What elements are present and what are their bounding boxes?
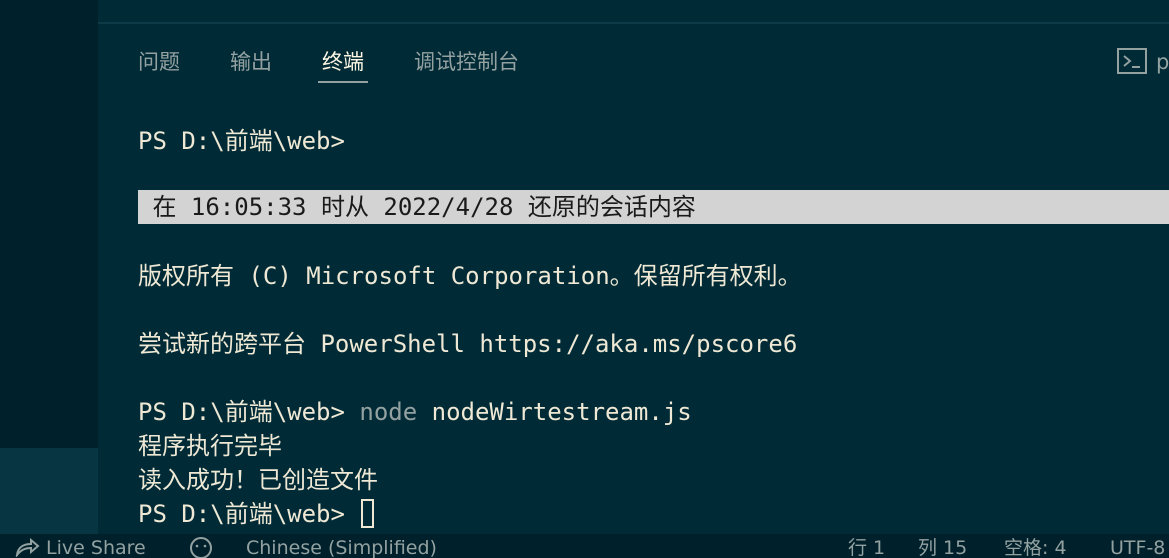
- encoding[interactable]: UTF-8: [1110, 536, 1165, 558]
- terminal-line: 读入成功！已创造文件: [138, 466, 378, 494]
- text-cursor: [361, 499, 375, 528]
- cursor-line[interactable]: 行 1: [848, 536, 885, 558]
- live-share-icon: [15, 537, 40, 558]
- cursor-column[interactable]: 列 15: [918, 536, 967, 558]
- terminal-prompt-line: PS D:\前端\web>: [138, 497, 375, 531]
- command-name: node: [359, 398, 418, 426]
- language-item[interactable]: Chinese (Simplified): [246, 536, 437, 558]
- tab-debug-console[interactable]: 调试控制台: [414, 46, 519, 84]
- terminal-line: 程序执行完毕: [138, 432, 282, 460]
- command-args: nodeWirtestream.js: [417, 398, 692, 426]
- smiley-icon[interactable]: [188, 536, 214, 558]
- terminal-panel: 问题 输出 终端 调试控制台 p PS D:\前端\web> 在 16:05:3…: [98, 24, 1169, 534]
- editor-area-edge: [98, 0, 1169, 24]
- activity-bar-lower: [0, 448, 98, 534]
- indent-spaces[interactable]: 空格: 4: [1004, 536, 1067, 558]
- session-restore-banner: 在 16:05:33 时从 2022/4/28 还原的会话内容: [138, 190, 1169, 224]
- tab-output[interactable]: 输出: [230, 46, 272, 84]
- tab-problems[interactable]: 问题: [138, 46, 180, 84]
- terminal-icon[interactable]: [1117, 48, 1149, 74]
- activity-bar: [0, 0, 98, 448]
- terminal-name[interactable]: p: [1156, 46, 1169, 78]
- prompt: PS D:\前端\web>: [138, 500, 360, 528]
- prompt: PS D:\前端\web>: [138, 398, 360, 426]
- terminal-line: PS D:\前端\web>: [138, 127, 345, 155]
- terminal-command-line: PS D:\前端\web> node nodeWirtestream.js: [138, 395, 692, 429]
- tab-terminal[interactable]: 终端: [318, 46, 368, 84]
- live-share-label: Live Share: [46, 537, 146, 558]
- terminal-line: 尝试新的跨平台 PowerShell https://aka.ms/pscore…: [138, 330, 798, 358]
- terminal-line: 版权所有 (C) Microsoft Corporation。保留所有权利。: [138, 262, 802, 290]
- live-share-item[interactable]: Live Share: [14, 536, 146, 558]
- status-bar: Live Share Chinese (Simplified) 行 1 列 15…: [0, 534, 1169, 558]
